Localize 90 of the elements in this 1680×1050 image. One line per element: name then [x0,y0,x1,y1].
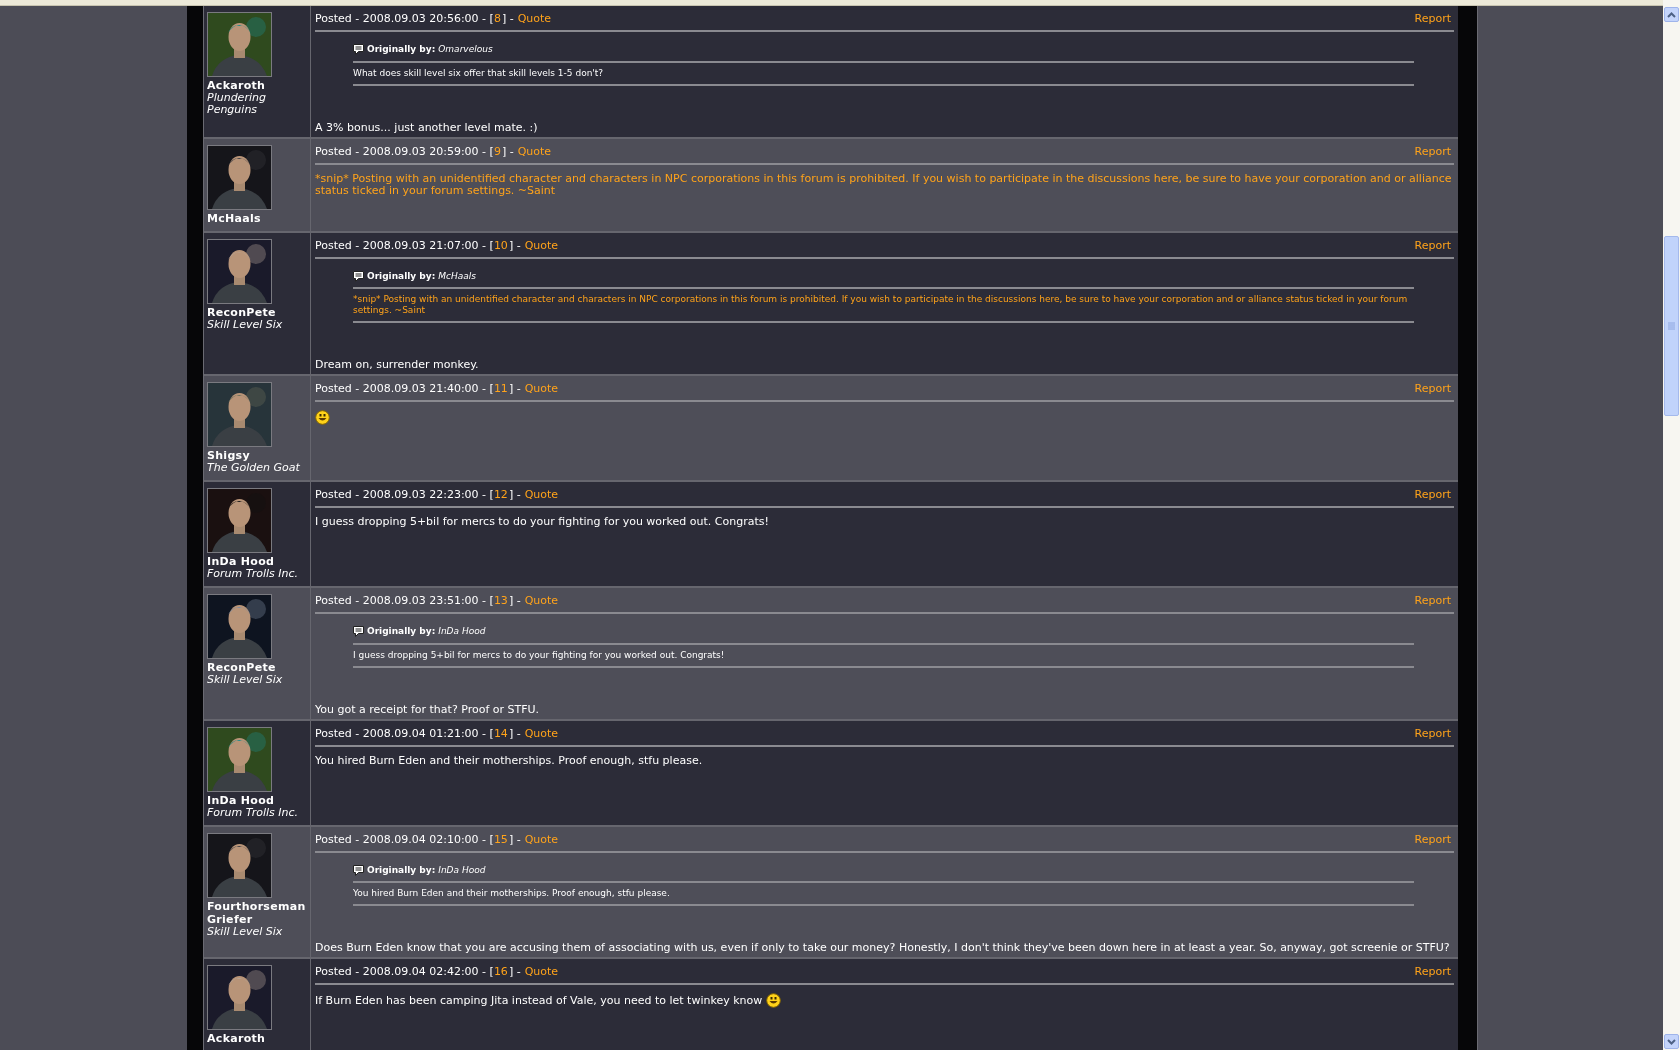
username[interactable]: InDa Hood [207,555,307,568]
post-number-link[interactable]: 10 [493,238,508,253]
post-date: Posted - 2008.09.03 21:07:00 - [ [315,238,494,253]
post-number-link[interactable]: 12 [493,488,508,502]
quote-link[interactable]: Quote [524,832,559,847]
quote-text: You hired Burn Eden and their motherships. Proof enough, stfu please. [353,883,1414,906]
post-date: Posted - 2008.09.03 21:40:00 - [ [315,382,494,396]
user-title: Skill Level Six [207,318,284,331]
report-link[interactable]: Report [1414,965,1451,979]
quote-link[interactable]: Quote [517,12,552,26]
username[interactable]: Ackaroth [207,79,307,92]
quote-text: I guess dropping 5+bil for mercs to do your fighting for you worked out. Congrats! [353,644,1414,668]
report-link[interactable]: Report [1414,382,1451,396]
post-text: I guess dropping 5+bil for mercs to do your fighting for you worked out. Congrats! [315,515,769,528]
user-title: Forum Trolls Inc. [207,806,299,819]
quote-author: Omarvelous [438,43,493,56]
user-title: Forum Trolls Inc. [207,568,299,580]
separator: ] - [508,594,521,608]
post-date: Posted - 2008.09.03 20:59:00 - [ [315,144,494,159]
post-number-link[interactable]: 11 [493,382,508,396]
user-title: The Golden Goat [207,462,301,474]
quote-author: McHaals [438,269,476,283]
username[interactable]: InDa Hood [207,793,307,807]
username[interactable]: ReconPete [207,661,307,674]
user-title: Skill Level Six [207,925,284,938]
post-date: Posted - 2008.09.03 20:56:00 - [ [315,12,494,26]
post-number-link[interactable]: 15 [493,832,508,847]
post-number-link[interactable]: 13 [493,594,508,608]
separator: ] - [501,12,514,26]
post-date: Posted - 2008.09.04 01:21:00 - [ [315,726,494,741]
username[interactable]: McHaals [207,211,307,225]
post-number-link[interactable]: 16 [493,965,508,979]
scrollbar[interactable] [1663,0,1680,1050]
separator: ] - [508,488,521,502]
speech-bubble-icon [353,44,364,56]
report-link[interactable]: Report [1414,594,1451,608]
quote-label: Originally by: [367,625,436,638]
scroll-thumb[interactable] [1664,236,1679,416]
scroll-down-button[interactable] [1664,1034,1679,1049]
report-link[interactable]: Report [1414,726,1451,741]
quote-link[interactable]: Quote [524,238,559,253]
scroll-up-button[interactable] [1664,7,1679,22]
post-date: Posted - 2008.09.03 22:23:00 - [ [315,488,494,502]
post-date: Posted - 2008.09.04 02:10:00 - [ [315,832,494,847]
quote-link[interactable]: Quote [524,382,559,396]
post-text: You got a receipt for that? Proof or STFU. [315,702,540,716]
user-title: Skill Level Six [207,674,284,686]
speech-bubble-icon [353,270,364,282]
quote-author: InDa Hood [438,863,486,877]
quote-text: What does skill level six offer that skill levels 1-5 don't? [353,62,1414,86]
speech-bubble-icon [353,626,364,638]
post-date: Posted - 2008.09.03 23:51:00 - [ [315,594,494,608]
separator: ] - [508,238,521,253]
report-link[interactable]: Report [1414,488,1451,502]
post-text: Dream on, surrender monkey. [315,358,479,371]
separator: ] - [501,144,514,159]
post-number-link[interactable]: 8 [493,12,501,26]
quote-label: Originally by: [367,863,436,877]
post-number-link[interactable]: 9 [493,144,501,159]
speech-bubble-icon [353,864,364,876]
quote-text: *snip* Posting with an unidentified character and characters in NPC corporations in this forum is prohibited. If you wish to participate in the discussions here, be sure to have your corporation and or alliance status ticked in your forum settings. ~Saint [353,289,1414,323]
report-link[interactable]: Report [1414,832,1451,847]
report-link[interactable]: Report [1414,238,1451,253]
post-text: If Burn Eden has been camping Jita instead of Vale, you need to let twinkey know [315,993,763,1007]
quote-label: Originally by: [367,269,436,283]
post-text: You hired Burn Eden and their motherships. Proof enough, stfu please. [315,753,703,767]
quote-link[interactable]: Quote [524,965,559,979]
post-text: A 3% bonus... just another level mate. :) [315,120,538,134]
separator: ] - [508,382,521,396]
separator: ] - [508,726,521,741]
username[interactable]: Ackaroth [207,1032,307,1045]
post-date: Posted - 2008.09.04 02:42:00 - [ [315,965,494,979]
quote-link[interactable]: Quote [524,488,559,502]
quote-link[interactable]: Quote [524,726,559,741]
quote-label: Originally by: [367,43,436,56]
username[interactable]: ReconPete [207,305,307,319]
post-text: Does Burn Eden know that you are accusing them of associating with us, even if only to take our money? Honestly, I don't think they've been down here in at least a year. So, anyway, got screenie or STFU? [315,941,1450,954]
quote-author: InDa Hood [438,625,486,638]
separator: ] - [508,965,521,979]
report-link[interactable]: Report [1414,12,1451,26]
user-title: Plundering Penguins [207,92,267,116]
post-number-link[interactable]: 14 [493,726,508,741]
username[interactable]: Shigsy [207,449,307,462]
separator: ] - [508,832,521,847]
quote-link[interactable]: Quote [517,144,552,159]
quote-link[interactable]: Quote [524,594,559,608]
report-link[interactable]: Report [1414,144,1451,159]
grip-icon [1668,322,1675,330]
post-text: *snip* Posting with an unidentified character and characters in NPC corporations in this forum is prohibited. If you wish to participate in the discussions here, be sure to have your corporation and or alliance status ticked in your forum settings. ~Saint [315,171,1452,197]
username[interactable]: Fourthorseman Griefer [207,899,307,926]
